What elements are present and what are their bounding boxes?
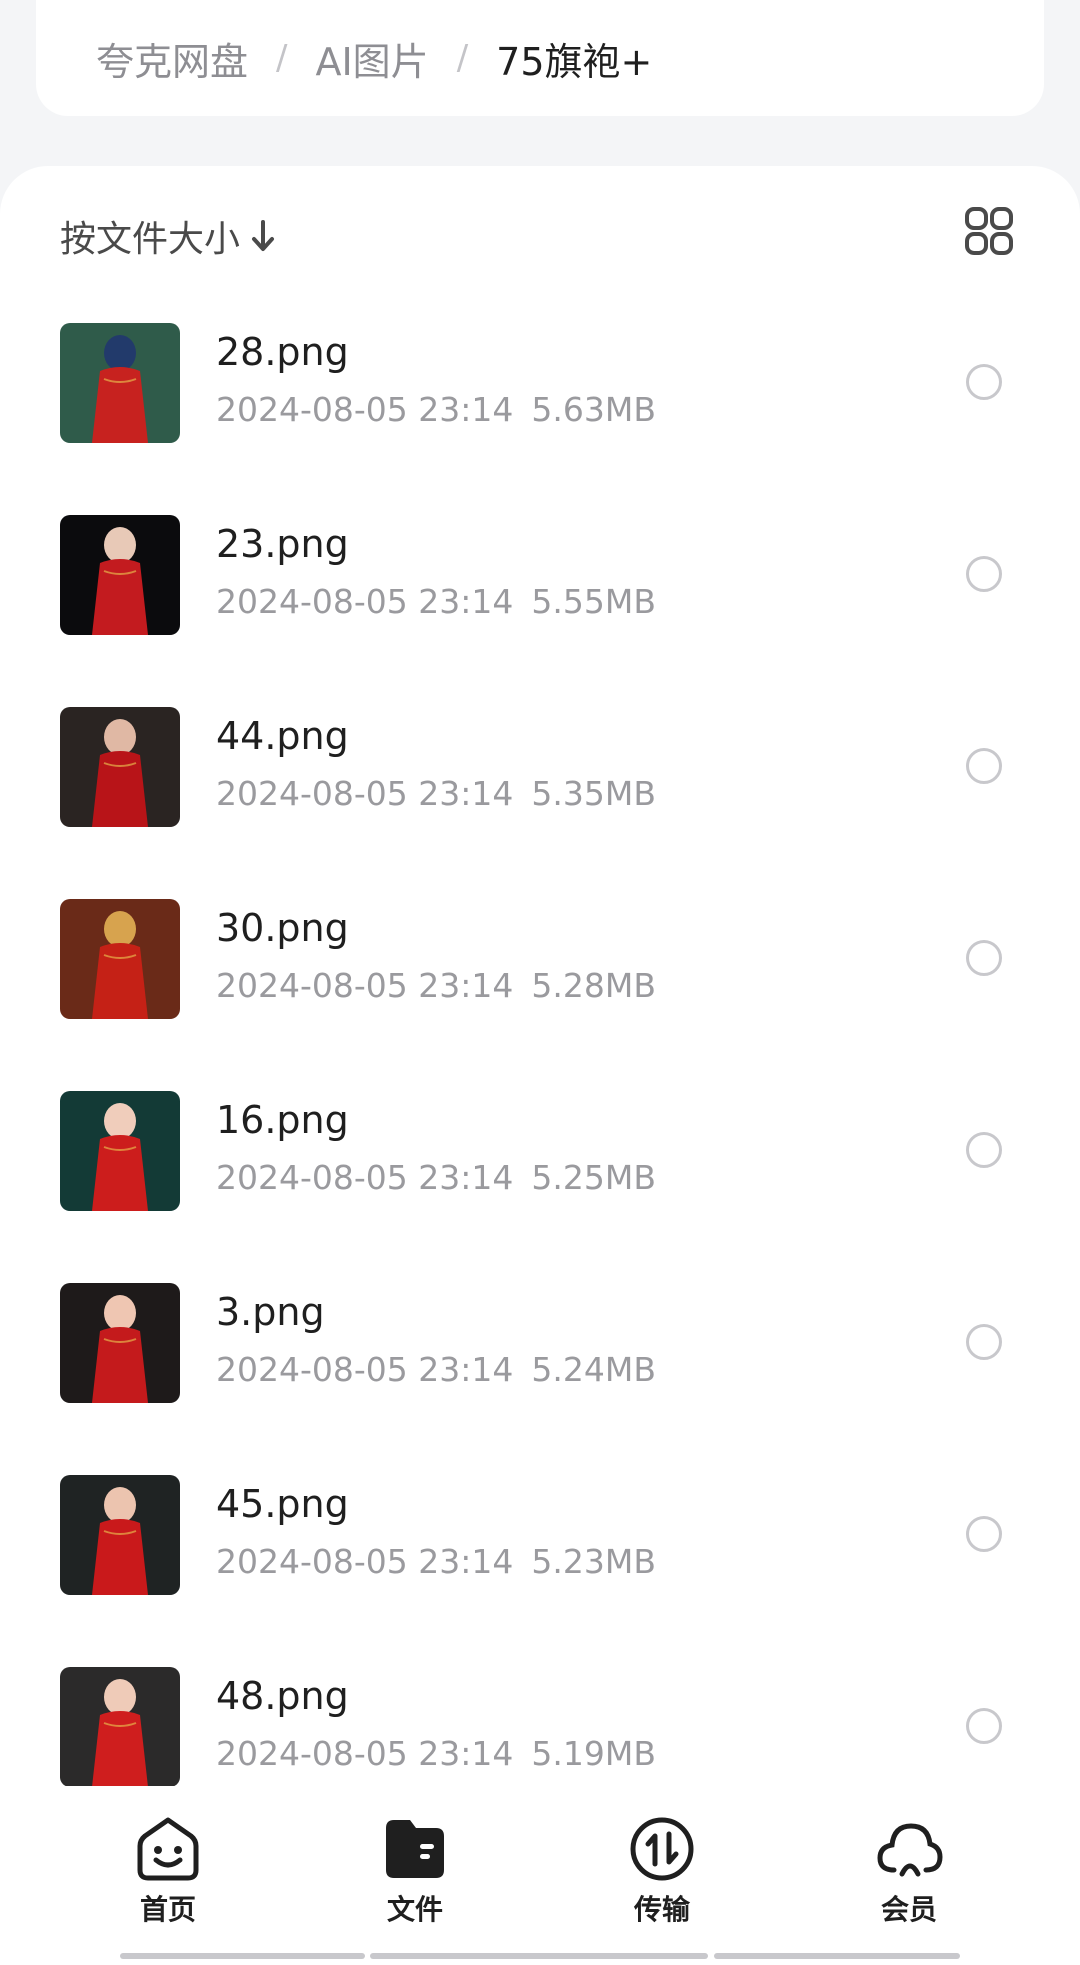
file-date: 2024-08-05 23:14	[216, 582, 514, 621]
file-size: 5.35MB	[531, 774, 656, 813]
file-meta: 2024-08-05 23:14 5.24MB	[216, 1350, 656, 1389]
file-name: 45.png	[216, 1482, 349, 1526]
file-size: 5.23MB	[531, 1542, 656, 1581]
file-date: 2024-08-05 23:14	[216, 1542, 514, 1581]
nav-transfer[interactable]: 传输	[602, 1814, 722, 1934]
nav-label: 会员	[880, 1893, 937, 1926]
file-meta: 2024-08-05 23:14 5.55MB	[216, 582, 656, 621]
select-radio[interactable]	[966, 556, 1002, 592]
image-thumbnail[interactable]	[60, 1475, 180, 1595]
file-row[interactable]: 3.png 2024-08-05 23:14 5.24MB	[0, 1256, 1080, 1448]
arrow-down-icon	[252, 220, 275, 251]
nav-label: 首页	[139, 1893, 196, 1926]
file-row[interactable]: 30.png 2024-08-05 23:14 5.28MB	[0, 872, 1080, 1064]
file-size: 5.55MB	[531, 582, 656, 621]
home-indicator	[370, 1953, 708, 1959]
cloud-icon	[877, 1823, 943, 1877]
file-meta: 2024-08-05 23:14 5.19MB	[216, 1734, 656, 1773]
smiley-home-icon	[137, 1817, 199, 1881]
breadcrumb: 夸克网盘 / AI图片 / 75旗袍+	[36, 0, 1044, 116]
file-size: 5.28MB	[531, 966, 656, 1005]
breadcrumb-item-ai-images[interactable]: AI图片	[315, 31, 428, 86]
image-thumbnail[interactable]	[60, 707, 180, 827]
transfer-icon	[630, 1817, 694, 1881]
select-radio[interactable]	[966, 1516, 1002, 1552]
file-list: 28.png 2024-08-05 23:14 5.63MB 23.png 2024-0…	[0, 296, 1080, 1786]
file-toolbar: 按文件大小	[0, 166, 1080, 296]
file-name: 3.png	[216, 1290, 325, 1334]
file-meta: 2024-08-05 23:14 5.28MB	[216, 966, 656, 1005]
breadcrumb-item-root[interactable]: 夸克网盘	[96, 31, 248, 86]
file-meta: 2024-08-05 23:14 5.35MB	[216, 774, 656, 813]
file-size: 5.24MB	[531, 1350, 656, 1389]
home-indicator	[120, 1953, 365, 1959]
file-row[interactable]: 16.png 2024-08-05 23:14 5.25MB	[0, 1064, 1080, 1256]
file-date: 2024-08-05 23:14	[216, 966, 514, 1005]
select-radio[interactable]	[966, 748, 1002, 784]
file-meta: 2024-08-05 23:14 5.25MB	[216, 1158, 656, 1197]
file-date: 2024-08-05 23:14	[216, 1734, 514, 1773]
breadcrumb-separator: /	[456, 38, 469, 78]
file-row[interactable]: 28.png 2024-08-05 23:14 5.63MB	[0, 296, 1080, 488]
file-row[interactable]: 23.png 2024-08-05 23:14 5.55MB	[0, 488, 1080, 680]
home-indicator	[714, 1953, 960, 1959]
file-size: 5.25MB	[531, 1158, 656, 1197]
nav-label: 文件	[386, 1893, 443, 1926]
file-date: 2024-08-05 23:14	[216, 390, 514, 429]
nav-membership[interactable]: 会员	[849, 1814, 969, 1934]
grid-icon[interactable]	[964, 206, 1014, 256]
file-row[interactable]: 45.png 2024-08-05 23:14 5.23MB	[0, 1448, 1080, 1640]
select-radio[interactable]	[966, 1324, 1002, 1360]
file-name: 30.png	[216, 906, 349, 950]
file-date: 2024-08-05 23:14	[216, 1158, 514, 1197]
file-date: 2024-08-05 23:14	[216, 774, 514, 813]
file-row[interactable]: 48.png 2024-08-05 23:14 5.19MB	[0, 1640, 1080, 1786]
nav-files[interactable]: 文件	[355, 1814, 475, 1934]
file-name: 23.png	[216, 522, 349, 566]
select-radio[interactable]	[966, 364, 1002, 400]
image-thumbnail[interactable]	[60, 1283, 180, 1403]
sort-label: 按文件大小	[60, 219, 241, 260]
file-meta: 2024-08-05 23:14 5.63MB	[216, 390, 656, 429]
select-radio[interactable]	[966, 1708, 1002, 1744]
sort-button[interactable]: 按文件大小	[60, 210, 276, 262]
image-thumbnail[interactable]	[60, 323, 180, 443]
image-thumbnail[interactable]	[60, 515, 180, 635]
image-thumbnail[interactable]	[60, 899, 180, 1019]
file-name: 28.png	[216, 330, 349, 374]
image-thumbnail[interactable]	[60, 1091, 180, 1211]
select-radio[interactable]	[966, 940, 1002, 976]
breadcrumb-item-current: 75旗袍+	[496, 39, 653, 84]
breadcrumb-separator: /	[276, 38, 288, 78]
file-size: 5.63MB	[531, 390, 656, 429]
image-thumbnail[interactable]	[60, 1667, 180, 1786]
file-name: 48.png	[216, 1674, 349, 1718]
select-radio[interactable]	[966, 1132, 1002, 1168]
file-name: 44.png	[216, 714, 349, 758]
file-meta: 2024-08-05 23:14 5.23MB	[216, 1542, 656, 1581]
file-sheet: 按文件大小 28.png 2024-08-05 23:14 5.63MB 23.png…	[0, 166, 1080, 1786]
file-size: 5.19MB	[531, 1734, 656, 1773]
file-name: 16.png	[216, 1098, 349, 1142]
file-row[interactable]: 44.png 2024-08-05 23:14 5.35MB	[0, 680, 1080, 872]
nav-home[interactable]: 首页	[108, 1814, 228, 1934]
file-date: 2024-08-05 23:14	[216, 1350, 514, 1389]
nav-label: 传输	[633, 1893, 690, 1926]
folder-icon	[386, 1820, 444, 1878]
quark-drive-folder-page: 夸克网盘 / AI图片 / 75旗袍+ 按文件大小 28.png 2024-08-…	[0, 0, 1080, 1965]
bottom-nav: 首页 文件 传输 会员	[0, 1786, 1080, 1965]
